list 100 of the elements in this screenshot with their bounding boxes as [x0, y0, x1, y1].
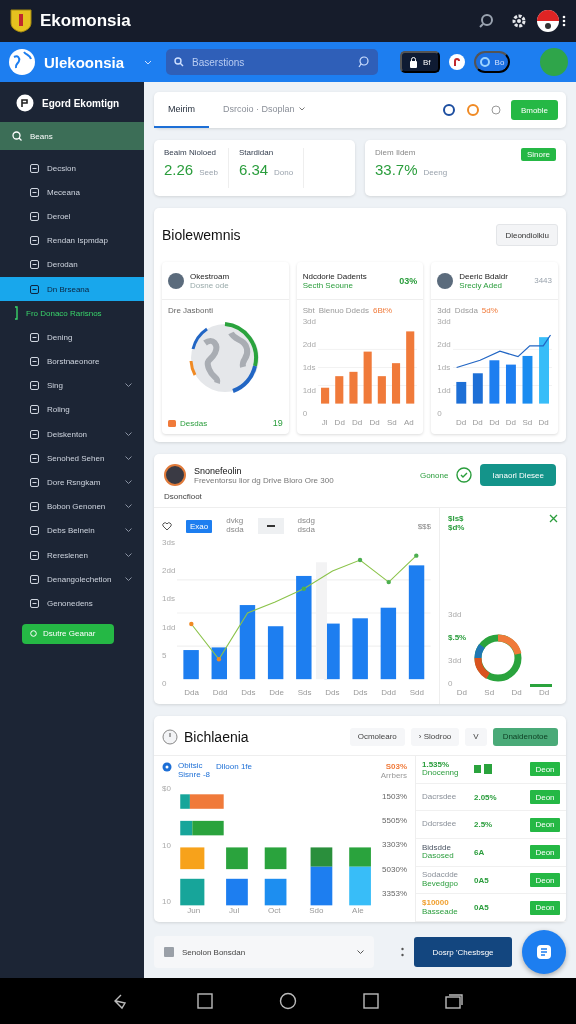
minus-icon	[266, 525, 275, 527]
axis-label: Dd	[472, 418, 483, 428]
square-icon[interactable]	[197, 993, 213, 1009]
settings-icon[interactable]	[510, 12, 528, 30]
bar	[505, 364, 516, 404]
tab[interactable]: Dsrcoio · Dsoplan	[209, 92, 319, 128]
filter-button[interactable]: Dleondiolkiu	[496, 224, 558, 246]
filter-button[interactable]: Ocmolearo	[349, 727, 405, 746]
legend-label: 5d%	[481, 306, 498, 315]
bar-segment	[264, 847, 287, 870]
profile-chip[interactable]: Bf	[400, 51, 440, 73]
document-icon	[536, 944, 552, 960]
chevron-down-icon	[357, 949, 364, 955]
filter-button[interactable]: › Slodroo	[410, 727, 460, 746]
panel-value: 3443	[534, 276, 552, 285]
status-chip[interactable]: Bo	[473, 51, 511, 73]
row-caption: Basseade	[422, 907, 459, 917]
sidebar-item[interactable]: Beans	[0, 122, 144, 150]
footer-label: Desdas	[180, 418, 208, 428]
more-icon[interactable]	[401, 947, 404, 957]
axis-label: Ad	[403, 418, 414, 428]
search-input[interactable]: Baserstions	[190, 55, 353, 69]
percent-label: 3303%	[382, 840, 407, 850]
sidebar-item[interactable]: Genonedens	[0, 591, 144, 616]
tag-icon	[168, 419, 176, 427]
panel-value: 03%	[399, 275, 418, 286]
sidebar-item[interactable]: Rendan Ispmdap	[0, 228, 144, 253]
stat-unit: Seeb	[199, 168, 218, 177]
sidebar-item[interactable]: Bobon Genonen	[0, 494, 144, 519]
legend-link[interactable]: Dlloon 1fe	[216, 762, 253, 771]
sidebar-item[interactable]: Sing	[0, 373, 144, 398]
sidebar-item[interactable]: Debs Belnein	[0, 518, 144, 543]
search-field[interactable]: Baserstions	[166, 49, 379, 75]
square-icon	[164, 947, 174, 957]
home-icon[interactable]	[279, 992, 297, 1010]
axis-label: Sds	[297, 688, 312, 698]
list-icon	[30, 332, 39, 342]
check-circle-icon	[456, 467, 473, 483]
list-icon	[30, 211, 39, 221]
bar-segment	[180, 847, 205, 870]
ring-icon[interactable]	[442, 104, 455, 116]
sidebar-item[interactable]: Deiskenton	[0, 422, 144, 447]
notification-icon[interactable]	[447, 53, 466, 71]
axis-label: Jul	[228, 906, 240, 916]
list-icon	[30, 453, 39, 463]
bar	[321, 387, 330, 404]
sidebar-item[interactable]: Dn Brseana	[0, 276, 144, 302]
square-icon[interactable]	[363, 993, 379, 1009]
primary-button[interactable]: Ianaorl Diesee	[480, 464, 556, 486]
sidebar-item[interactable]: Senohed Sehen	[0, 446, 144, 471]
submit-button[interactable]: Dosrp 'Chesbsge	[414, 937, 512, 967]
sidebar-item[interactable]: Decsion	[0, 156, 144, 181]
row-label: 1.535%	[422, 760, 451, 770]
row-value: 0A5	[474, 875, 489, 885]
tab[interactable]: Meirim	[154, 92, 209, 128]
axis-label: 1ds	[437, 363, 451, 372]
row-label: $10000	[422, 898, 450, 908]
floating-button[interactable]	[522, 930, 566, 974]
action-button[interactable]: Dnaidenotoe	[492, 727, 558, 746]
bracket-icon	[14, 306, 18, 321]
axis-label: Dd	[455, 418, 467, 428]
circle-icon	[30, 630, 37, 638]
bar	[363, 351, 372, 404]
chip[interactable]: Exao	[186, 519, 213, 533]
caret-icon[interactable]	[144, 58, 153, 66]
report-title: Snonefeolin	[194, 465, 243, 476]
bar-segment	[180, 878, 205, 906]
axis-label: Sdd	[409, 688, 424, 698]
avatar-icon[interactable]	[536, 9, 566, 33]
panel-title: Deeric Bdaldr	[459, 271, 508, 281]
sidebar-item[interactable]: Derodan	[0, 252, 144, 277]
axis-label: 3dd	[448, 610, 463, 619]
sidebar-item[interactable]: Dore Rsngkam	[0, 470, 144, 495]
minus-button[interactable]	[257, 518, 284, 534]
percent-value: S03%	[385, 762, 407, 771]
info-icon	[162, 762, 172, 772]
axis-label: 2dd	[162, 566, 176, 576]
sidebar-item[interactable]: Roling	[0, 397, 144, 423]
heart-icon[interactable]	[162, 521, 172, 531]
list-icon	[30, 163, 39, 173]
sidebar-item[interactable]: Rereslenen	[0, 543, 144, 568]
sidebar-item[interactable]: Meceana	[0, 180, 144, 205]
row-value: 2.5%	[474, 820, 493, 830]
recent-apps-icon[interactable]	[445, 993, 463, 1009]
sidebar-item[interactable]: Dening	[0, 325, 144, 350]
bar	[489, 360, 500, 404]
list-icon	[30, 550, 39, 560]
data-point	[386, 579, 392, 585]
close-icon[interactable]	[549, 514, 558, 523]
bar	[456, 381, 466, 404]
sidebar-item[interactable]: Deroel	[0, 204, 144, 229]
dropdown-select[interactable]: Senolon Bonsdan	[154, 936, 374, 968]
axis-label: 3dd	[448, 656, 463, 665]
bar	[392, 363, 401, 404]
sidebar-item[interactable]: Borstnaeonore	[0, 349, 144, 374]
axis-label: Sdo	[309, 906, 324, 916]
sidebar-item[interactable]: Denangolechetion	[0, 567, 144, 592]
filter-button[interactable]: V	[465, 727, 487, 746]
stat-text: dvkg dsda	[226, 517, 244, 535]
search-icon[interactable]	[478, 13, 494, 29]
